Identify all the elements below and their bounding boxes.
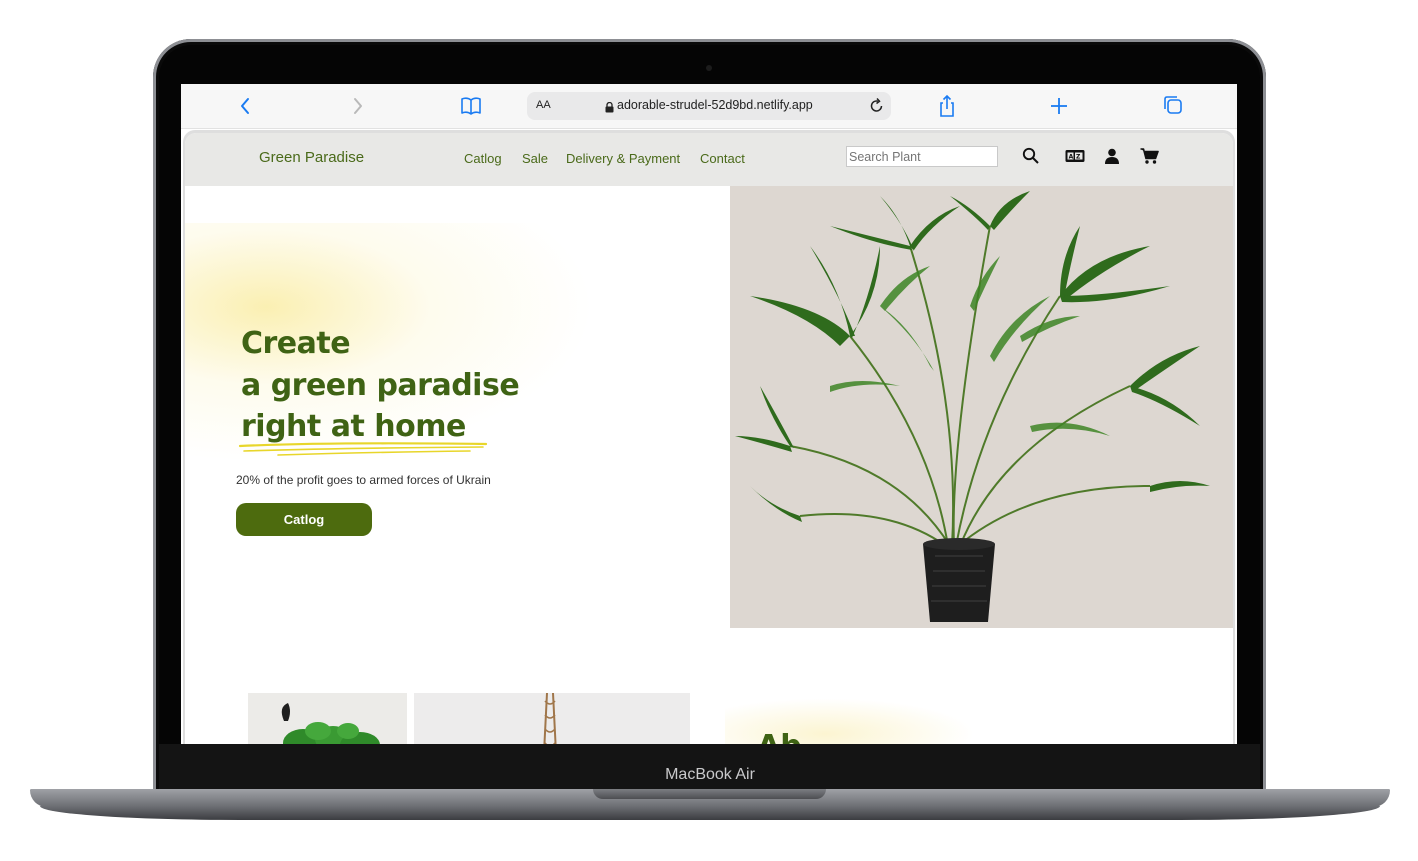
hanging-planter-illustration [543,693,557,744]
about-heading-partial: Ab [757,729,802,744]
url-text: adorable-strudel-52d9bd.netlify.app [617,98,813,112]
camera-icon [706,65,712,71]
nav-link-delivery-payment[interactable]: Delivery & Payment [566,151,680,166]
site-logo[interactable]: Green Paradise [259,149,364,166]
user-icon[interactable] [1104,147,1120,170]
site-navbar: Green Paradise Catlog Sale Delivery & Pa… [185,133,1233,186]
palm-plant-illustration [735,191,1210,622]
id-card-icon[interactable]: AZ [1065,147,1085,170]
svg-text:A: A [1069,154,1074,161]
leafy-plant-illustration [281,703,380,744]
lock-icon [605,100,614,118]
hero-plant-image [730,186,1233,628]
nav-link-catlog[interactable]: Catlog [464,151,502,166]
laptop-base-foot [40,806,1380,820]
hand-drawn-underline [238,442,488,456]
address-bar[interactable]: AA adorable-strudel-52d9bd.netlify.app [527,92,891,120]
back-icon[interactable] [239,84,251,128]
product-card-image-2[interactable] [414,693,690,744]
search-input[interactable] [846,146,998,167]
svg-text:Z: Z [1076,154,1081,161]
nav-link-sale[interactable]: Sale [522,151,548,166]
tabs-overview-icon[interactable] [1163,84,1183,128]
reload-icon[interactable] [869,97,885,120]
search-icon[interactable] [1022,147,1040,170]
hero-title-line-2: a green paradise [241,368,520,403]
screen: AA adorable-strudel-52d9bd.netlify.app G… [181,84,1237,744]
hero-title-line-1: Create [241,326,351,361]
new-tab-icon[interactable] [1050,84,1068,128]
nav-link-contact[interactable]: Contact [700,151,745,166]
product-card-image-1[interactable] [248,693,407,744]
forward-icon[interactable] [352,84,364,128]
safari-toolbar: AA adorable-strudel-52d9bd.netlify.app [181,84,1237,129]
share-icon[interactable] [938,84,956,128]
hero-subtitle: 20% of the profit goes to armed forces o… [236,473,491,487]
cart-icon[interactable] [1140,147,1159,170]
catalog-button[interactable]: Catlog [236,503,372,536]
device-label: MacBook Air [665,766,755,783]
laptop-hinge-notch [593,789,826,799]
bookmarks-icon[interactable] [460,84,482,128]
reader-aa-button[interactable]: AA [536,99,551,111]
web-page: Green Paradise Catlog Sale Delivery & Pa… [185,133,1233,744]
